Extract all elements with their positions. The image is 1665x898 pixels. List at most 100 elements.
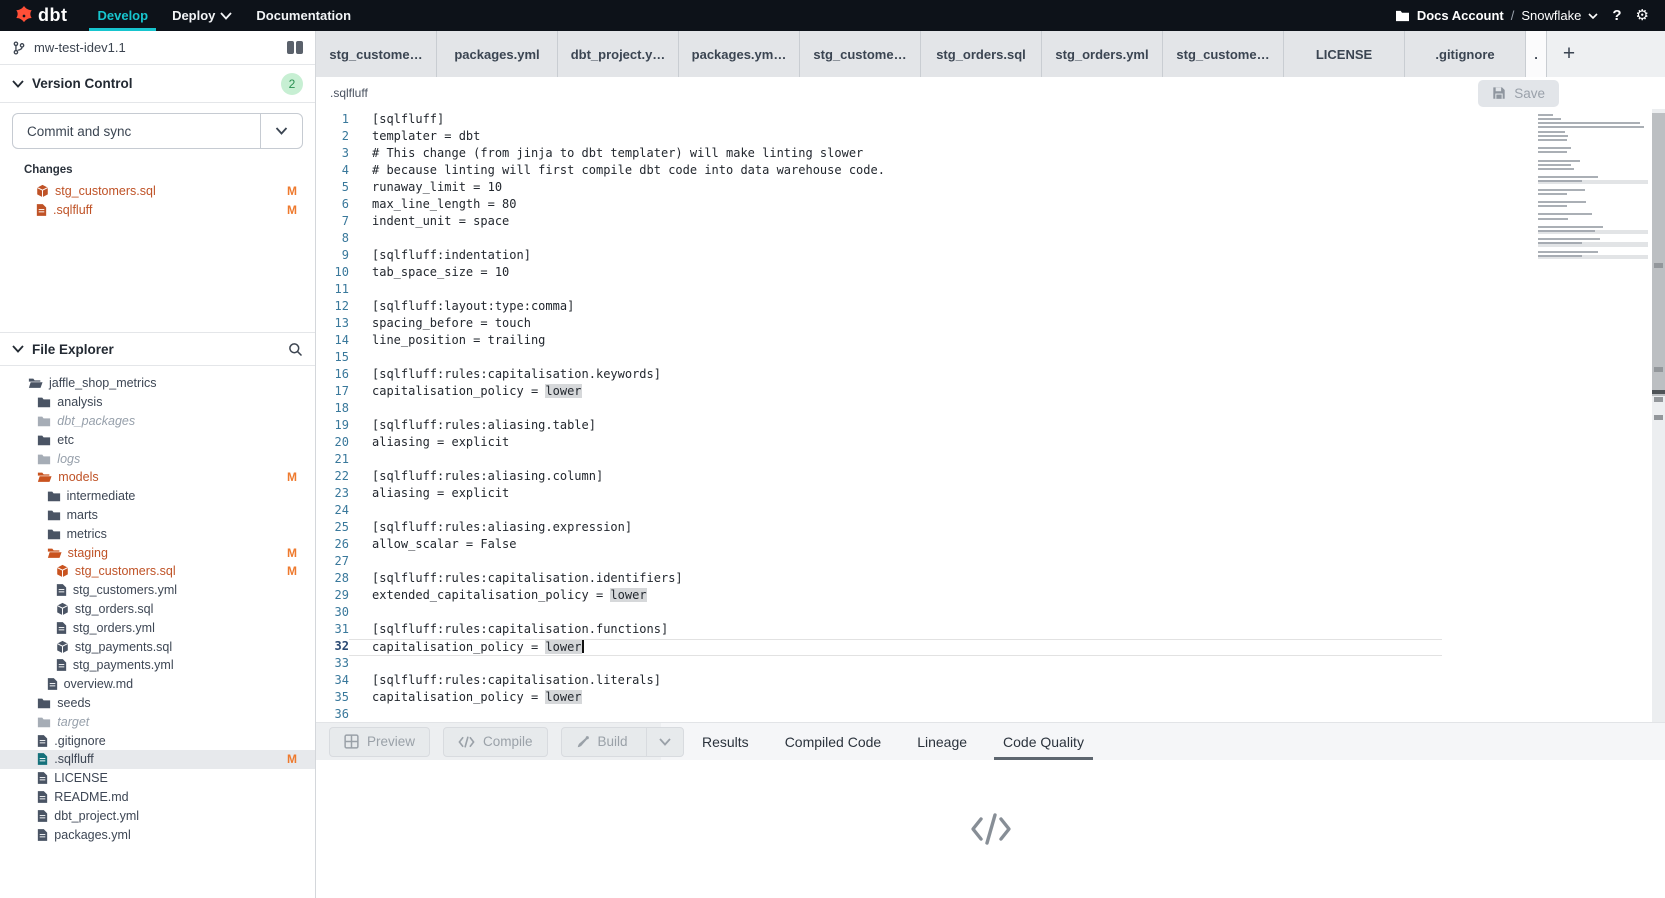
nav-item-documentation[interactable]: Documentation [244,0,363,31]
editor-tab-8[interactable]: LICENSE [1284,31,1405,77]
tree-item-label: overview.md [64,677,133,691]
scrollbar-marker [1654,415,1663,420]
settings-gear-icon[interactable]: ⚙ [1636,8,1649,23]
panel-tab-code-quality[interactable]: Code Quality [1003,723,1084,760]
code-line-6: 6max_line_length = 80 [316,197,1665,214]
editor-tab-label: LICENSE [1316,47,1372,62]
tree-item-stg-orders-sql[interactable]: stg_orders.sql [0,600,315,619]
code-line-10: 10tab_space_size = 10 [316,265,1665,282]
editor-tab-4[interactable]: stg_custome… [800,31,921,77]
tree-item-target[interactable]: target [0,712,315,731]
file-tree: jaffle_shop_metricsanalysisdbt_packagese… [0,366,315,898]
tree-item-etc[interactable]: etc [0,430,315,449]
editor-tab-2[interactable]: dbt_project.y… [558,31,679,77]
tree-item-stg-orders-yml[interactable]: stg_orders.yml [0,618,315,637]
commit-options-caret[interactable] [260,114,302,148]
panel-tab-results[interactable]: Results [702,723,749,760]
code-slash-icon [968,810,1014,848]
editor-tab-5[interactable]: stg_orders.sql [921,31,1042,77]
editor-tab-6[interactable]: stg_orders.yml [1042,31,1163,77]
tree-item-overview-md[interactable]: overview.md [0,675,315,694]
branch-selector[interactable]: mw-test-idev1.1 [0,31,315,65]
tree-item-packages-yml[interactable]: packages.yml [0,825,315,844]
tree-item-label: stg_payments.yml [73,658,174,672]
tree-item-logs[interactable]: logs [0,449,315,468]
layout-panels-icon[interactable] [287,41,303,54]
tree-item-license[interactable]: LICENSE [0,769,315,788]
tree-item-stg-payments-yml[interactable]: stg_payments.yml [0,656,315,675]
code-text: extended_capitalisation_policy = lower [349,588,647,605]
code-line-21: 21 [316,452,1665,469]
scrollbar-thumb[interactable] [1652,113,1665,396]
tree-item-dbt-packages[interactable]: dbt_packages [0,412,315,431]
editor-tab-label: stg_orders.yml [1055,47,1148,62]
dbt-logo[interactable]: dbt [0,5,85,26]
code-editor[interactable]: 1[sqlfluff]2templater = dbt3# This chang… [316,109,1665,722]
tree-item-stg-customers-sql[interactable]: stg_customers.sqlM [0,562,315,581]
tree-item-stg-customers-yml[interactable]: stg_customers.yml [0,581,315,600]
search-icon[interactable] [288,342,303,357]
main-nav: DevelopDeployDocumentation [85,0,363,31]
nav-item-deploy[interactable]: Deploy [160,0,244,31]
tree-item-label: seeds [57,696,90,710]
changed-file-row[interactable]: stg_customers.sqlM [0,181,315,200]
commit-and-sync-button[interactable]: Commit and sync [12,113,303,149]
code-line-1: 1[sqlfluff] [316,112,1665,129]
tree-item-label: metrics [67,527,107,541]
version-control-header[interactable]: Version Control 2 [0,65,315,103]
tree-item-analysis[interactable]: analysis [0,393,315,412]
tree-item-dbt-project-yml[interactable]: dbt_project.yml [0,806,315,825]
tree-item-metrics[interactable]: metrics [0,524,315,543]
line-number: 23 [316,486,349,503]
code-text: tab_space_size = 10 [349,265,509,282]
account-switcher[interactable]: Docs Account / Snowflake [1395,8,1599,23]
minimap[interactable] [1538,114,1648,263]
save-button[interactable]: Save [1478,80,1559,107]
folder-icon [37,396,51,408]
tree-item-seeds[interactable]: seeds [0,694,315,713]
editor-tab-3[interactable]: packages.ym… [679,31,800,77]
editor-tab-label: dbt_project.y… [571,47,666,62]
help-icon[interactable]: ? [1612,7,1621,24]
folder-icon [37,434,51,446]
file-explorer-header[interactable]: File Explorer [0,332,315,366]
tree-item-readme-md[interactable]: README.md [0,788,315,807]
editor-tab-1[interactable]: packages.yml [437,31,558,77]
version-control-title: Version Control [32,76,133,91]
changed-file-row[interactable]: .sqlfluffM [0,200,315,219]
tree-item--gitignore[interactable]: .gitignore [0,731,315,750]
tree-item-models[interactable]: modelsM [0,468,315,487]
code-text: aliasing = explicit [349,486,509,503]
tree-item-stg-payments-sql[interactable]: stg_payments.sql [0,637,315,656]
line-number: 19 [316,418,349,435]
editor-tab-7[interactable]: stg_custome… [1163,31,1284,77]
build-button[interactable]: Build [561,727,684,757]
code-line-2: 2templater = dbt [316,129,1665,146]
tree-item-intermediate[interactable]: intermediate [0,487,315,506]
tree-item-staging[interactable]: stagingM [0,543,315,562]
code-text [349,350,372,367]
tree-item-jaffle-shop-metrics[interactable]: jaffle_shop_metrics [0,374,315,393]
highlighted-match: lower [610,588,646,602]
line-number: 11 [316,282,349,299]
code-line-3: 3# This change (from jinja to dbt templa… [316,146,1665,163]
preview-button[interactable]: Preview [329,727,430,757]
compile-button[interactable]: Compile [443,727,548,757]
editor-scrollbar[interactable] [1652,109,1665,722]
modified-status-badge: M [287,470,297,484]
tree-item-marts[interactable]: marts [0,506,315,525]
editor-tab-0[interactable]: stg_custome… [316,31,437,77]
editor-tab-10[interactable]: . [1526,31,1547,77]
editor-column: stg_custome…packages.ymldbt_project.y…pa… [316,31,1665,898]
nav-item-develop[interactable]: Develop [85,0,160,31]
code-line-28: 28[sqlfluff:rules:capitalisation.identif… [316,571,1665,588]
panel-tab-compiled-code[interactable]: Compiled Code [785,723,882,760]
panel-tab-lineage[interactable]: Lineage [917,723,967,760]
tree-item--sqlfluff[interactable]: .sqlfluffM [0,750,315,769]
build-options-caret[interactable] [646,728,683,756]
new-tab-button[interactable]: + [1547,31,1591,77]
line-number: 10 [316,265,349,282]
line-number: 14 [316,333,349,350]
editor-tab-9[interactable]: .gitignore [1405,31,1526,77]
file-icon [37,790,48,804]
